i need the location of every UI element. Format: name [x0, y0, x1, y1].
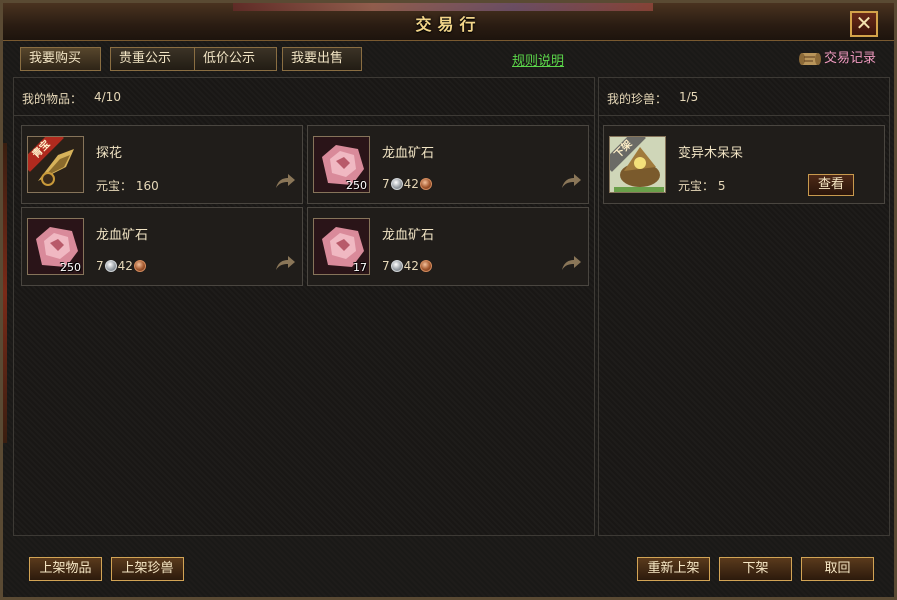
my-items-count: 4/10	[94, 90, 121, 104]
price-label: 元宝：	[678, 179, 715, 193]
retrieve-button[interactable]: 取回	[801, 557, 874, 581]
item-quantity: 250	[60, 261, 81, 274]
item-quantity: 17	[353, 261, 367, 274]
ore-icon: 250	[313, 136, 370, 193]
tab-sell[interactable]: 我要出售	[282, 47, 362, 71]
item-price: 7 42	[382, 259, 433, 273]
silver-coin-icon	[390, 178, 403, 190]
trade-history-label: 交易记录	[824, 51, 877, 66]
copper-amount: 42	[403, 177, 419, 191]
share-arrow-icon[interactable]	[560, 254, 582, 272]
view-pet-button[interactable]: 查看	[808, 174, 854, 196]
item-price: 元宝： 160	[96, 177, 159, 194]
ore-icon: 17	[313, 218, 370, 275]
delist-button[interactable]: 下架	[719, 557, 792, 581]
silver-amount: 7	[382, 177, 390, 191]
pet-name: 变异木呆呆	[678, 146, 744, 161]
item-quantity: 250	[346, 179, 367, 192]
price-value: 5	[717, 179, 726, 193]
list-pet-button[interactable]: 上架珍兽	[111, 557, 184, 581]
copper-coin-icon	[133, 260, 146, 272]
trade-window: 交易行 ✕ 我要购买 贵重公示 低价公示 我要出售 规则说明 交易记录 我的物品…	[0, 0, 897, 600]
scroll-icon	[799, 53, 821, 65]
my-pets-header: 我的珍兽： 1/5	[599, 78, 889, 116]
item-card[interactable]: 青宝 探花 元宝： 160	[21, 125, 303, 204]
share-arrow-icon[interactable]	[274, 254, 296, 272]
ore-icon: 250	[27, 218, 84, 275]
my-items-header: 我的物品： 4/10	[14, 78, 594, 116]
item-card[interactable]: 17 龙血矿石 7 42	[307, 207, 589, 286]
window-title: 交易行	[415, 15, 482, 34]
my-items-label: 我的物品：	[22, 92, 83, 106]
item-name: 龙血矿石	[382, 228, 435, 243]
copper-coin-icon	[419, 178, 432, 190]
relist-button[interactable]: 重新上架	[637, 557, 710, 581]
flower-item-icon: 青宝	[27, 136, 84, 193]
header-art	[233, 3, 653, 11]
item-price: 7 42	[96, 259, 147, 273]
close-button[interactable]: ✕	[850, 11, 878, 37]
list-item-button[interactable]: 上架物品	[29, 557, 102, 581]
rules-link[interactable]: 规则说明	[512, 50, 564, 69]
silver-amount: 7	[382, 259, 390, 273]
item-price: 7 42	[382, 177, 433, 191]
pet-icon: 下架	[609, 136, 666, 193]
copper-amount: 42	[403, 259, 419, 273]
pet-card[interactable]: 下架 变异木呆呆 元宝： 5 查看	[603, 125, 885, 204]
my-pets-count: 1/5	[679, 90, 699, 104]
item-name: 探花	[96, 146, 123, 161]
item-name: 龙血矿石	[382, 146, 435, 161]
share-arrow-icon[interactable]	[560, 172, 582, 190]
item-card[interactable]: 250 龙血矿石 7 42	[307, 125, 589, 204]
tab-valuable-notice[interactable]: 贵重公示	[110, 47, 201, 71]
item-card[interactable]: 250 龙血矿石 7 42	[21, 207, 303, 286]
my-items-panel: 我的物品： 4/10 青宝 探花 元宝： 160 250 龙血矿石 7 42 2…	[13, 77, 595, 536]
my-pets-label: 我的珍兽：	[607, 92, 668, 106]
price-label: 元宝：	[96, 179, 133, 193]
side-decoration	[3, 143, 7, 443]
copper-amount: 42	[117, 259, 133, 273]
silver-amount: 7	[96, 259, 104, 273]
share-arrow-icon[interactable]	[274, 172, 296, 190]
price-value: 160	[135, 179, 159, 193]
item-name: 龙血矿石	[96, 228, 149, 243]
pet-price: 元宝： 5	[678, 177, 725, 194]
copper-coin-icon	[419, 260, 432, 272]
tab-lowprice-notice[interactable]: 低价公示	[194, 47, 277, 71]
title-bar: 交易行 ✕	[3, 3, 894, 41]
silver-coin-icon	[390, 260, 403, 272]
my-pets-panel: 我的珍兽： 1/5 下架 变异木呆呆 元宝： 5 查看	[598, 77, 890, 536]
tab-buy[interactable]: 我要购买	[20, 47, 101, 71]
silver-coin-icon	[104, 260, 117, 272]
